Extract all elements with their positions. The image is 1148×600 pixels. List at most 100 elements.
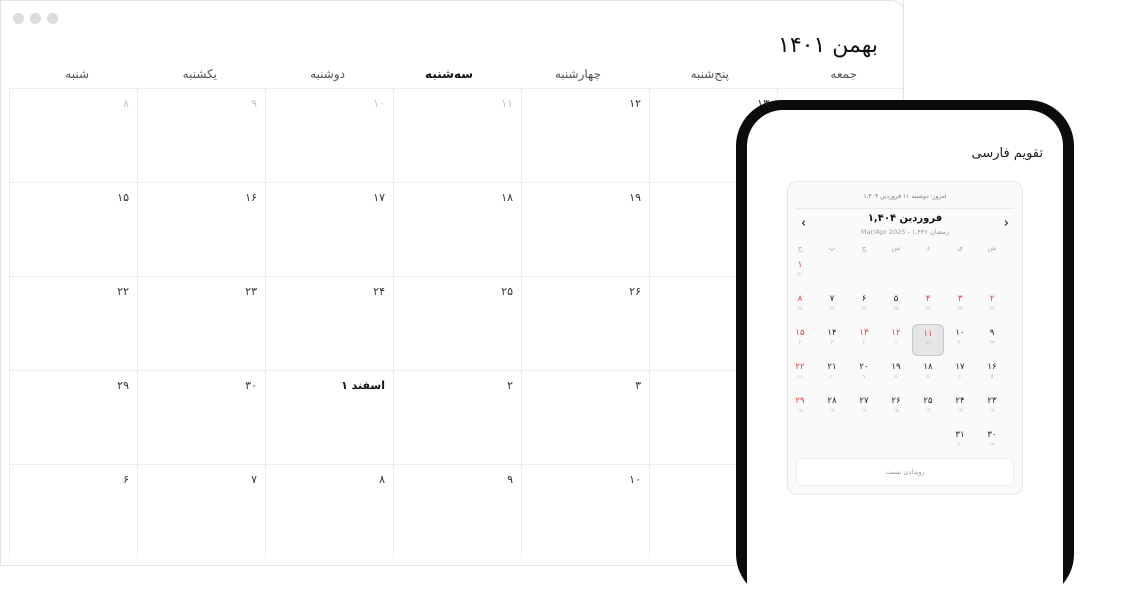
weekday-label: چهارشنبه <box>554 67 601 81</box>
day-number: ۱۸ <box>501 191 513 204</box>
persian-day-number: ۱۸ <box>923 362 933 372</box>
persian-day-number: ۲۶ <box>891 396 901 406</box>
mini-day-cell[interactable]: ۱۶ ۵ <box>976 358 1008 390</box>
mini-day-cell[interactable]: ۷ ۲۷ <box>816 290 848 322</box>
mini-day-cell[interactable]: ۵ ۲۵ <box>880 290 912 322</box>
events-panel: رویدادی نیست <box>796 458 1014 486</box>
day-number: ۲۳ <box>245 285 257 298</box>
weekday-label: سه‌شنبه <box>425 67 473 81</box>
next-month-chevron-icon[interactable]: › <box>1004 216 1009 231</box>
day-cell[interactable]: ۳۰ <box>137 370 265 464</box>
mini-day-cell[interactable]: ۳ ۲۳ <box>944 290 976 322</box>
day-cell[interactable]: ۹ <box>137 88 265 182</box>
gregorian-day-number: ۲۲ <box>989 306 995 312</box>
day-cell[interactable]: ۸ <box>9 88 137 182</box>
mini-day-cell[interactable]: ۱۸ ۷ <box>912 358 944 390</box>
mini-day-cell[interactable]: ۲۴ ۱۳ <box>944 392 976 424</box>
day-cell[interactable]: ۱۹ <box>521 182 649 276</box>
mini-day-cell[interactable]: ۳۰ ۱۹ <box>976 426 1008 458</box>
day-cell[interactable]: ۱۸ <box>393 182 521 276</box>
day-cell[interactable]: ۱۵ <box>9 182 137 276</box>
persian-day-number: ۱۷ <box>955 362 965 372</box>
persian-day-number: ۲۰ <box>859 362 869 372</box>
persian-day-number: ۷ <box>829 294 835 304</box>
mini-day-cell[interactable]: ۲۵ ۱۴ <box>912 392 944 424</box>
mini-day-cell[interactable]: ۱۳ ۲ <box>848 324 880 356</box>
day-number: ۷ <box>251 473 257 486</box>
day-number: ۱۵ <box>117 191 129 204</box>
weekday-label: یکشنبه <box>182 67 217 81</box>
mini-day-cell[interactable]: ۲۱ ۱۰ <box>816 358 848 390</box>
mini-day-cell[interactable]: ۴ ۲۴ <box>912 290 944 322</box>
mini-day-cell[interactable]: ۱۲۱ <box>784 256 816 288</box>
mini-day-cell[interactable]: ۲۹ ۱۸ <box>784 392 816 424</box>
mini-day-cell[interactable]: ۲۷ ۱۶ <box>848 392 880 424</box>
day-cell[interactable]: ۱۶ <box>137 182 265 276</box>
persian-day-number: ۲۵ <box>923 396 933 406</box>
window-controls <box>13 13 58 24</box>
mini-day-selected[interactable]: ۱۱ ۳۱ <box>912 324 944 356</box>
day-cell[interactable]: ۲۶ <box>521 276 649 370</box>
mini-day-cell[interactable]: ۱۲۱ <box>880 324 912 356</box>
gregorian-day-number: ۱۰ <box>829 374 835 380</box>
gregorian-day-number: ۲۶ <box>861 306 867 312</box>
mini-day-cell[interactable]: ۱۷ ۶ <box>944 358 976 390</box>
day-number: ۲۶ <box>629 285 641 298</box>
day-number: ۹ <box>251 97 257 110</box>
day-cell[interactable]: ۱۰ <box>265 88 393 182</box>
persian-day-number: ۵ <box>893 294 899 304</box>
persian-day-number: ۲۸ <box>827 396 837 406</box>
day-cell[interactable]: ۲۳ <box>137 276 265 370</box>
gregorian-day-number: ۲۹ <box>989 340 995 346</box>
day-number: ۸ <box>379 473 385 486</box>
gregorian-day-number: ۳ <box>830 340 834 346</box>
persian-day-number: ۲۳ <box>987 396 997 406</box>
window-zoom-dot[interactable] <box>47 13 58 24</box>
day-cell[interactable]: ۱۷ <box>265 182 393 276</box>
mini-day-cell[interactable]: ۳۱ ۲۰ <box>944 426 976 458</box>
day-cell[interactable]: ۳ <box>521 370 649 464</box>
day-cell[interactable]: ۱۲ <box>521 88 649 182</box>
mini-weekday-label: ش <box>987 243 997 252</box>
weekday-header-row: جمعه پنج‌شنبه چهارشنبه سه‌شنبه دوشنبه یکشنبه ش… <box>1 67 903 87</box>
day-cell[interactable]: ۲ <box>393 370 521 464</box>
persian-day-number: ۳۰ <box>987 430 997 440</box>
mini-day-cell[interactable]: ۲۲ ۱۱ <box>784 358 816 390</box>
persian-day-number: ۱۶ <box>987 362 997 372</box>
mini-weekday-label: پ <box>828 243 836 252</box>
mini-day-cell[interactable]: ۱۵ ۴ <box>784 324 816 356</box>
gregorian-day-number: ۹ <box>862 374 866 380</box>
window-close-dot[interactable] <box>13 13 24 24</box>
day-cell[interactable]: ۱۰ <box>521 464 649 558</box>
day-cell[interactable]: اسفند ۱ <box>265 370 393 464</box>
mini-day-cell[interactable]: ۸ ۲۸ <box>784 290 816 322</box>
mini-day-cell[interactable]: ۹ ۲۹ <box>976 324 1008 356</box>
mini-day-cell[interactable]: ۱۹ ۸ <box>880 358 912 390</box>
day-cell[interactable]: ۷ <box>137 464 265 558</box>
day-cell[interactable]: ۱۱ <box>393 88 521 182</box>
day-number: ۲۴ <box>373 285 385 298</box>
mini-day-cell[interactable]: ۲۶ ۱۵ <box>880 392 912 424</box>
day-cell[interactable]: ۲۵ <box>393 276 521 370</box>
day-cell[interactable]: ۹ <box>393 464 521 558</box>
mini-day-cell[interactable]: ۲۳ ۱۲ <box>976 392 1008 424</box>
persian-day-number: ۸ <box>797 294 803 304</box>
mini-day-cell[interactable]: ۲ ۲۲ <box>976 290 1008 322</box>
day-cell[interactable]: ۲۲ <box>9 276 137 370</box>
day-number: ۲۲ <box>117 285 129 298</box>
day-number: ۱۶ <box>245 191 257 204</box>
persian-day-number: ۲۷ <box>859 396 869 406</box>
mini-month-header: فروردین ۱,۴۰۴ <box>867 213 943 224</box>
day-cell[interactable]: ۲۴ <box>265 276 393 370</box>
day-cell[interactable]: ۶ <box>9 464 137 558</box>
mini-day-cell[interactable]: ۱۰ ۳۰ <box>944 324 976 356</box>
window-minimize-dot[interactable] <box>30 13 41 24</box>
mini-day-cell[interactable]: ۲۸ ۱۷ <box>816 392 848 424</box>
mini-day-cell[interactable]: ۱۴ ۳ <box>816 324 848 356</box>
day-cell[interactable]: ۸ <box>265 464 393 558</box>
persian-day-number: ۲۱ <box>827 362 837 372</box>
day-cell[interactable]: ۲۹ <box>9 370 137 464</box>
mini-day-cell[interactable]: ۲۰ ۹ <box>848 358 880 390</box>
mini-day-cell[interactable]: ۶ ۲۶ <box>848 290 880 322</box>
weekday-label: پنج‌شنبه <box>690 67 729 81</box>
